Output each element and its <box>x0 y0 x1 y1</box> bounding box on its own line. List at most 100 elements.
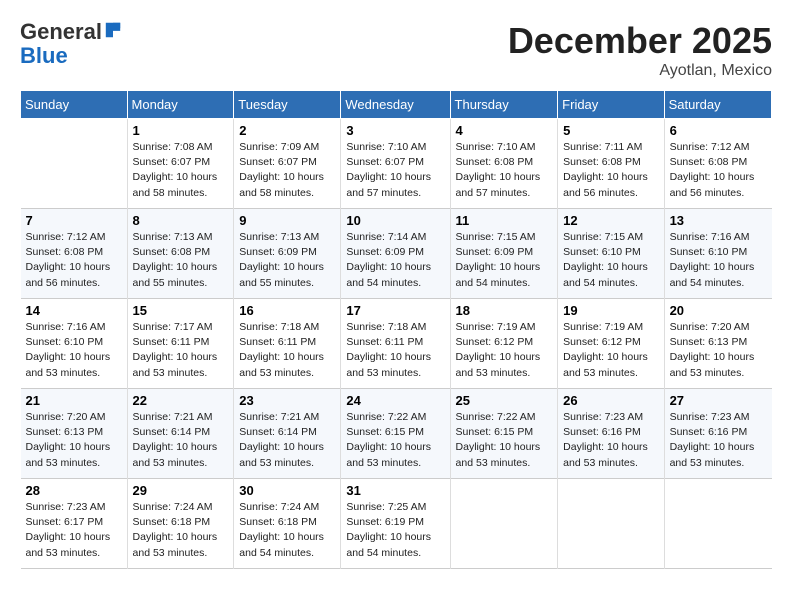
header-day-thursday: Thursday <box>450 91 558 119</box>
calendar-cell: 15 Sunrise: 7:17 AM Sunset: 6:11 PM Dayli… <box>127 299 234 389</box>
calendar-cell: 11 Sunrise: 7:15 AM Sunset: 6:09 PM Dayli… <box>450 209 558 299</box>
month-title: December 2025 <box>508 20 772 62</box>
calendar-cell: 28Sunrise: 7:23 AM Sunset: 6:17 PM Dayli… <box>21 479 128 569</box>
calendar-cell: 7Sunrise: 7:12 AM Sunset: 6:08 PM Daylig… <box>21 209 128 299</box>
calendar-cell: 19 Sunrise: 7:19 AM Sunset: 6:12 PM Dayli… <box>558 299 664 389</box>
logo: General Blue <box>20 20 122 68</box>
calendar-cell: 20Sunrise: 7:20 AM Sunset: 6:13 PM Dayli… <box>664 299 771 389</box>
header-day-sunday: Sunday <box>21 91 128 119</box>
day-number: 20 <box>670 303 767 318</box>
day-number: 6 <box>670 123 767 138</box>
day-info: Sunrise: 7:23 AM Sunset: 6:16 PM Dayligh… <box>670 410 767 471</box>
day-number: 17 <box>346 303 444 318</box>
calendar-cell: 13 Sunrise: 7:16 AM Sunset: 6:10 PM Dayli… <box>664 209 771 299</box>
calendar-cell: 16 Sunrise: 7:18 AM Sunset: 6:11 PM Dayli… <box>234 299 341 389</box>
day-number: 16 <box>239 303 335 318</box>
week-row-1: 1Sunrise: 7:08 AM Sunset: 6:07 PM Daylig… <box>21 119 772 209</box>
title-block: December 2025 Ayotlan, Mexico <box>508 20 772 80</box>
day-info: Sunrise: 7:19 AM Sunset: 6:12 PM Dayligh… <box>563 320 658 381</box>
day-info: Sunrise: 7:16 AM Sunset: 6:10 PM Dayligh… <box>26 320 122 381</box>
logo-blue: Blue <box>20 43 68 68</box>
day-number: 21 <box>26 393 122 408</box>
page-header: General Blue December 2025 Ayotlan, Mexi… <box>20 20 772 80</box>
calendar-cell: 12 Sunrise: 7:15 AM Sunset: 6:10 PM Dayli… <box>558 209 664 299</box>
calendar-cell: 9 Sunrise: 7:13 AM Sunset: 6:09 PM Daylig… <box>234 209 341 299</box>
day-number: 7 <box>26 213 122 228</box>
calendar-cell: 23Sunrise: 7:21 AM Sunset: 6:14 PM Dayli… <box>234 389 341 479</box>
calendar-cell: 27 Sunrise: 7:23 AM Sunset: 6:16 PM Dayli… <box>664 389 771 479</box>
calendar-cell <box>450 479 558 569</box>
calendar-cell: 25 Sunrise: 7:22 AM Sunset: 6:15 PM Dayli… <box>450 389 558 479</box>
calendar-cell: 26 Sunrise: 7:23 AM Sunset: 6:16 PM Dayli… <box>558 389 664 479</box>
day-number: 10 <box>346 213 444 228</box>
header-row: SundayMondayTuesdayWednesdayThursdayFrid… <box>21 91 772 119</box>
calendar-cell: 31Sunrise: 7:25 AM Sunset: 6:19 PM Dayli… <box>341 479 450 569</box>
day-number: 11 <box>456 213 553 228</box>
calendar-cell: 29 Sunrise: 7:24 AM Sunset: 6:18 PM Dayli… <box>127 479 234 569</box>
day-info: Sunrise: 7:17 AM Sunset: 6:11 PM Dayligh… <box>133 320 229 381</box>
day-number: 15 <box>133 303 229 318</box>
header-day-friday: Friday <box>558 91 664 119</box>
calendar-cell <box>21 119 128 209</box>
calendar-cell: 4 Sunrise: 7:10 AM Sunset: 6:08 PM Daylig… <box>450 119 558 209</box>
day-number: 25 <box>456 393 553 408</box>
day-number: 4 <box>456 123 553 138</box>
day-info: Sunrise: 7:18 AM Sunset: 6:11 PM Dayligh… <box>239 320 335 381</box>
day-info: Sunrise: 7:08 AM Sunset: 6:07 PM Dayligh… <box>133 140 229 201</box>
location: Ayotlan, Mexico <box>508 62 772 80</box>
logo-general: General <box>20 19 102 44</box>
day-info: Sunrise: 7:19 AM Sunset: 6:12 PM Dayligh… <box>456 320 553 381</box>
day-info: Sunrise: 7:23 AM Sunset: 6:16 PM Dayligh… <box>563 410 658 471</box>
calendar-cell <box>558 479 664 569</box>
day-info: Sunrise: 7:21 AM Sunset: 6:14 PM Dayligh… <box>133 410 229 471</box>
calendar-cell: 30 Sunrise: 7:24 AM Sunset: 6:18 PM Dayli… <box>234 479 341 569</box>
calendar-cell: 24Sunrise: 7:22 AM Sunset: 6:15 PM Dayli… <box>341 389 450 479</box>
calendar-cell: 5 Sunrise: 7:11 AM Sunset: 6:08 PM Daylig… <box>558 119 664 209</box>
week-row-4: 21 Sunrise: 7:20 AM Sunset: 6:13 PM Dayli… <box>21 389 772 479</box>
day-number: 27 <box>670 393 767 408</box>
day-number: 24 <box>346 393 444 408</box>
calendar-cell: 1Sunrise: 7:08 AM Sunset: 6:07 PM Daylig… <box>127 119 234 209</box>
day-info: Sunrise: 7:18 AM Sunset: 6:11 PM Dayligh… <box>346 320 444 381</box>
day-info: Sunrise: 7:24 AM Sunset: 6:18 PM Dayligh… <box>133 500 229 561</box>
header-day-tuesday: Tuesday <box>234 91 341 119</box>
week-row-3: 14 Sunrise: 7:16 AM Sunset: 6:10 PM Dayli… <box>21 299 772 389</box>
day-number: 13 <box>670 213 767 228</box>
day-info: Sunrise: 7:22 AM Sunset: 6:15 PM Dayligh… <box>456 410 553 471</box>
calendar-cell <box>664 479 771 569</box>
day-number: 18 <box>456 303 553 318</box>
day-info: Sunrise: 7:15 AM Sunset: 6:09 PM Dayligh… <box>456 230 553 291</box>
day-number: 30 <box>239 483 335 498</box>
day-info: Sunrise: 7:13 AM Sunset: 6:08 PM Dayligh… <box>133 230 229 291</box>
calendar-cell: 18 Sunrise: 7:19 AM Sunset: 6:12 PM Dayli… <box>450 299 558 389</box>
day-number: 2 <box>239 123 335 138</box>
calendar-cell: 21 Sunrise: 7:20 AM Sunset: 6:13 PM Dayli… <box>21 389 128 479</box>
day-info: Sunrise: 7:10 AM Sunset: 6:08 PM Dayligh… <box>456 140 553 201</box>
day-number: 19 <box>563 303 658 318</box>
calendar-cell: 10 Sunrise: 7:14 AM Sunset: 6:09 PM Dayli… <box>341 209 450 299</box>
day-number: 5 <box>563 123 658 138</box>
day-info: Sunrise: 7:11 AM Sunset: 6:08 PM Dayligh… <box>563 140 658 201</box>
day-info: Sunrise: 7:12 AM Sunset: 6:08 PM Dayligh… <box>670 140 767 201</box>
day-number: 31 <box>346 483 444 498</box>
day-info: Sunrise: 7:24 AM Sunset: 6:18 PM Dayligh… <box>239 500 335 561</box>
day-info: Sunrise: 7:13 AM Sunset: 6:09 PM Dayligh… <box>239 230 335 291</box>
day-number: 14 <box>26 303 122 318</box>
day-info: Sunrise: 7:09 AM Sunset: 6:07 PM Dayligh… <box>239 140 335 201</box>
day-number: 29 <box>133 483 229 498</box>
day-info: Sunrise: 7:20 AM Sunset: 6:13 PM Dayligh… <box>26 410 122 471</box>
day-number: 9 <box>239 213 335 228</box>
header-day-wednesday: Wednesday <box>341 91 450 119</box>
day-number: 8 <box>133 213 229 228</box>
calendar-table: SundayMondayTuesdayWednesdayThursdayFrid… <box>20 90 772 569</box>
calendar-cell: 8 Sunrise: 7:13 AM Sunset: 6:08 PM Daylig… <box>127 209 234 299</box>
day-number: 12 <box>563 213 658 228</box>
day-number: 26 <box>563 393 658 408</box>
day-info: Sunrise: 7:15 AM Sunset: 6:10 PM Dayligh… <box>563 230 658 291</box>
day-info: Sunrise: 7:16 AM Sunset: 6:10 PM Dayligh… <box>670 230 767 291</box>
day-info: Sunrise: 7:10 AM Sunset: 6:07 PM Dayligh… <box>346 140 444 201</box>
day-info: Sunrise: 7:14 AM Sunset: 6:09 PM Dayligh… <box>346 230 444 291</box>
calendar-cell: 3Sunrise: 7:10 AM Sunset: 6:07 PM Daylig… <box>341 119 450 209</box>
header-day-monday: Monday <box>127 91 234 119</box>
calendar-cell: 17 Sunrise: 7:18 AM Sunset: 6:11 PM Dayli… <box>341 299 450 389</box>
